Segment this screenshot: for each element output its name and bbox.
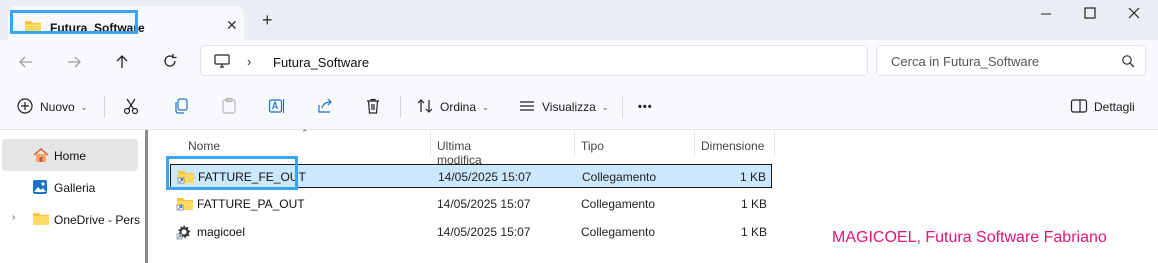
file-row[interactable]: magicoel 14/05/2025 15:07 Collegamento 1…	[170, 220, 772, 244]
share-button[interactable]	[316, 96, 334, 118]
forward-arrow-icon[interactable]	[64, 52, 84, 72]
column-header-label: Dimensione	[701, 139, 765, 153]
view-button[interactable]: Visualizza ⌄	[518, 96, 609, 118]
address-bar[interactable]: › Futura_Software	[200, 45, 868, 76]
watermark-caption: MAGICOEL, Futura Software Fabriano	[832, 229, 1107, 246]
copy-button[interactable]	[172, 96, 190, 118]
gallery-icon	[32, 179, 48, 198]
new-button-label: Nuovo	[40, 100, 75, 114]
sort-button[interactable]: Ordina ⌄	[416, 96, 489, 118]
rename-button[interactable]	[268, 96, 286, 118]
view-list-icon	[518, 97, 536, 118]
column-header-label: Tipo	[581, 139, 604, 153]
toolbar-divider	[622, 96, 623, 118]
file-type: Collegamento	[581, 225, 656, 239]
file-size: 1 KB	[740, 197, 767, 211]
refresh-icon[interactable]	[160, 52, 180, 72]
application-shortcut-icon	[176, 224, 192, 243]
nav-item-gallery[interactable]: Galleria	[2, 171, 138, 203]
folder-shortcut-icon	[176, 196, 194, 214]
address-toolbar: › Futura_Software Cerca in Futura_Softwa…	[0, 40, 1158, 84]
column-divider[interactable]	[774, 132, 775, 156]
column-divider[interactable]	[694, 132, 695, 156]
details-pane-icon	[1070, 97, 1088, 118]
rename-icon	[268, 97, 286, 118]
file-name: FATTURE_PA_OUT	[197, 197, 305, 211]
search-box[interactable]: Cerca in Futura_Software	[876, 45, 1146, 76]
nav-item-onedrive[interactable]: › OneDrive - Personal	[2, 203, 140, 235]
sort-ascending-icon: ⌃	[301, 128, 309, 138]
file-size: 1 KB	[740, 225, 767, 239]
toolbar-divider	[400, 96, 401, 118]
nav-item-label: OneDrive - Personal	[54, 213, 140, 227]
maximize-icon[interactable]	[1080, 4, 1100, 24]
column-header-label: Ultima modifica	[437, 139, 482, 167]
computer-icon	[213, 54, 231, 72]
toolbar-divider	[104, 96, 105, 118]
file-modified: 14/05/2025 15:07	[438, 170, 532, 184]
chevron-right-icon[interactable]: ›	[12, 212, 15, 223]
plus-circle-icon	[16, 97, 34, 118]
clipboard-icon	[220, 97, 238, 118]
trash-icon	[364, 97, 382, 118]
nav-item-label: Galleria	[54, 181, 96, 195]
file-size: 1 KB	[739, 170, 766, 184]
sort-icon	[416, 97, 434, 118]
command-bar: Nuovo ⌄ Ordina ⌄ Visualizza ⌄ ••• Dettag…	[0, 84, 1158, 130]
tab-highlight-box	[10, 10, 138, 34]
up-arrow-icon[interactable]	[112, 52, 132, 72]
paste-button[interactable]	[220, 96, 238, 118]
file-type: Collegamento	[582, 170, 657, 184]
chevron-down-icon: ⌄	[80, 102, 88, 112]
details-button[interactable]: Dettagli	[1070, 96, 1135, 118]
copy-icon	[172, 97, 190, 118]
share-icon	[316, 97, 334, 118]
new-button[interactable]: Nuovo ⌄	[16, 96, 87, 118]
file-name: magicoel	[197, 225, 246, 239]
file-name-highlight-box	[166, 156, 298, 190]
breadcrumb-chevron-icon[interactable]: ›	[247, 54, 251, 69]
delete-button[interactable]	[364, 96, 382, 118]
navigation-pane-scrollbar[interactable]	[145, 130, 148, 263]
new-tab-button[interactable]: +	[262, 10, 273, 31]
cut-button[interactable]	[122, 96, 140, 118]
column-divider[interactable]	[574, 132, 575, 156]
column-header-label: Nome	[188, 139, 221, 153]
tab-close-icon[interactable]: ✕	[226, 17, 238, 34]
column-divider[interactable]	[430, 132, 431, 156]
nav-item-home[interactable]: Home	[2, 139, 138, 171]
breadcrumb-current-folder[interactable]: Futura_Software	[273, 55, 369, 70]
nav-item-label: Home	[54, 149, 87, 163]
file-modified: 14/05/2025 15:07	[437, 225, 531, 239]
view-button-label: Visualizza	[542, 100, 596, 114]
search-icon[interactable]	[1121, 54, 1135, 71]
chevron-down-icon: ⌄	[482, 102, 489, 112]
sort-button-label: Ordina	[440, 100, 477, 114]
file-row[interactable]: FATTURE_PA_OUT 14/05/2025 15:07 Collegam…	[170, 192, 772, 216]
more-options-button[interactable]: •••	[638, 96, 653, 118]
navigation-pane: Home Galleria › OneDrive - Personal	[0, 130, 148, 263]
home-icon	[32, 147, 50, 166]
details-button-label: Dettagli	[1094, 100, 1135, 114]
file-modified: 14/05/2025 15:07	[437, 197, 531, 211]
chevron-down-icon: ⌄	[601, 102, 609, 112]
more-icon: •••	[638, 101, 653, 113]
folder-icon	[32, 211, 50, 229]
scissors-icon	[122, 97, 140, 118]
title-bar: Futura_Software ✕ +	[0, 0, 1158, 40]
back-arrow-icon[interactable]	[16, 52, 36, 72]
search-input[interactable]: Cerca in Futura_Software	[891, 54, 1039, 69]
minimize-icon[interactable]	[1036, 4, 1056, 24]
close-window-icon[interactable]	[1124, 4, 1144, 24]
file-type: Collegamento	[581, 197, 656, 211]
